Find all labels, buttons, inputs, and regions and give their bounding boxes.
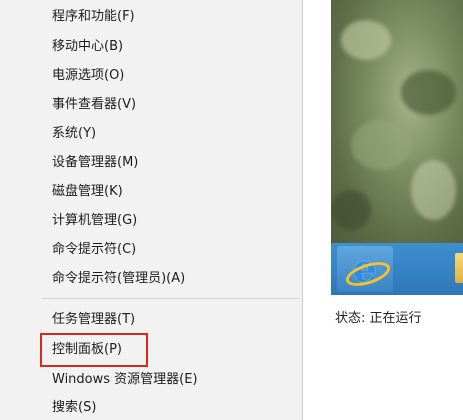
taskbar: e — [331, 243, 463, 295]
menu-item-power-options[interactable]: 电源选项(O) — [52, 66, 124, 86]
desktop-wallpaper-image — [331, 0, 463, 243]
context-menu: 程序和功能(F) 移动中心(B) 电源选项(O) 事件查看器(V) 系统(Y) … — [0, 0, 303, 420]
menu-item-search[interactable]: 搜索(S) — [52, 398, 96, 418]
control-panel-highlight-box — [40, 333, 148, 367]
taskbar-ie-button[interactable]: e — [337, 246, 393, 292]
status-text: 状态: 正在运行 — [335, 311, 422, 326]
preview-panel: e 状态: 正在运行 — [303, 0, 463, 420]
menu-item-computer-management[interactable]: 计算机管理(G) — [52, 211, 137, 231]
menu-separator — [42, 298, 300, 299]
menu-item-mobility-center[interactable]: 移动中心(B) — [52, 37, 123, 57]
menu-item-disk-management[interactable]: 磁盘管理(K) — [52, 182, 123, 202]
menu-item-command-prompt-admin[interactable]: 命令提示符(管理员)(A) — [52, 269, 185, 289]
menu-item-programs-features[interactable]: 程序和功能(F) — [52, 7, 135, 27]
menu-item-file-explorer[interactable]: Windows 资源管理器(E) — [52, 370, 198, 390]
folder-icon[interactable] — [455, 253, 463, 283]
menu-item-system[interactable]: 系统(Y) — [52, 124, 96, 144]
menu-item-device-manager[interactable]: 设备管理器(M) — [52, 153, 138, 173]
menu-item-event-viewer[interactable]: 事件查看器(V) — [52, 95, 136, 115]
menu-item-task-manager[interactable]: 任务管理器(T) — [52, 310, 135, 330]
menu-item-command-prompt[interactable]: 命令提示符(C) — [52, 240, 136, 260]
